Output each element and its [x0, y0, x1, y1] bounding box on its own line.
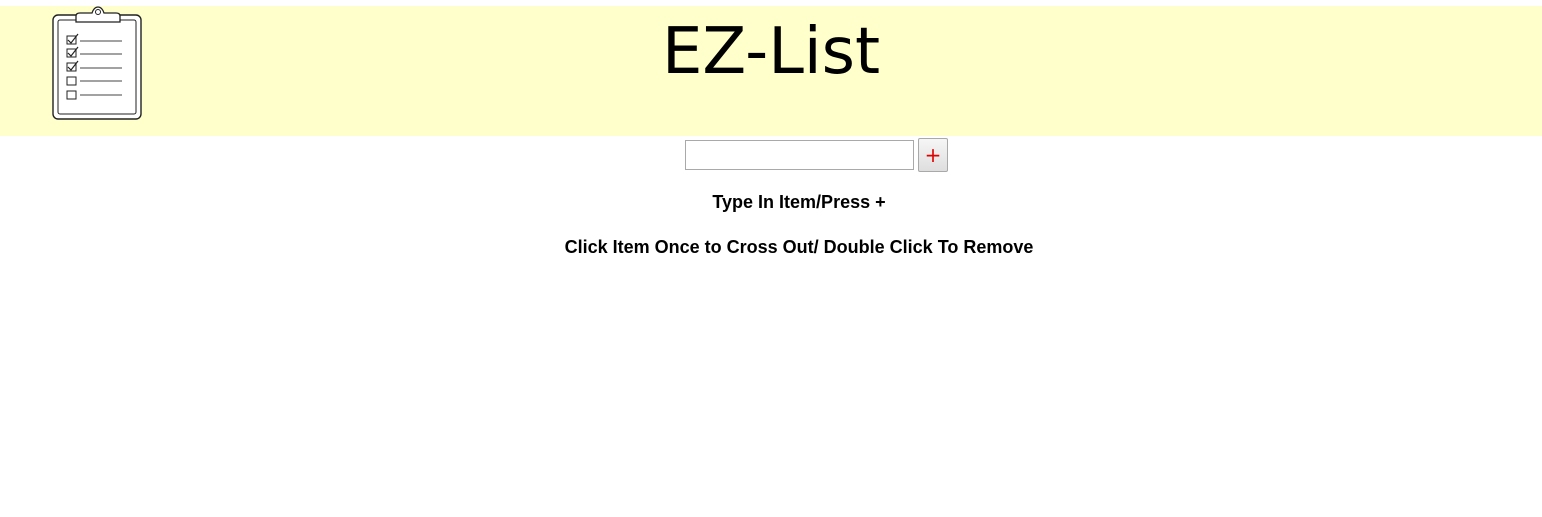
- item-entry-row: +: [685, 137, 948, 173]
- page: EZ-List + Type In Item/Press + Click Ite…: [0, 0, 1542, 517]
- instruction-add: Type In Item/Press +: [712, 192, 886, 212]
- header-banner: EZ-List: [0, 6, 1542, 136]
- item-input[interactable]: [685, 140, 914, 170]
- add-item-button[interactable]: +: [918, 138, 948, 172]
- instruction-remove: Click Item Once to Cross Out/ Double Cli…: [564, 237, 1034, 257]
- app-title: EZ-List: [661, 15, 881, 89]
